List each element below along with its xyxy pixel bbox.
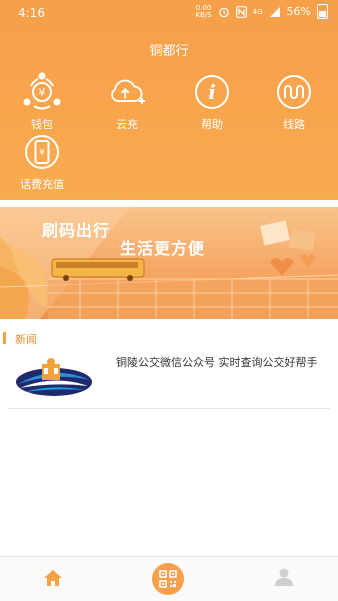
- news-section-header: 新闻: [0, 328, 338, 348]
- nav-scan-button[interactable]: [152, 563, 184, 595]
- menu-label: 话费充值: [20, 178, 64, 191]
- nfc-icon: [235, 5, 247, 18]
- news-section-title: 新闻: [15, 333, 37, 346]
- wallet-share-icon: ¥: [22, 72, 62, 112]
- menu-label: 帮助: [201, 118, 223, 131]
- nav-profile[interactable]: [274, 567, 294, 591]
- news-item-title: 铜陵公交微信公众号 实时查询公交好帮手: [116, 356, 318, 369]
- route-icon: [274, 72, 314, 112]
- menu-cloud-recharge[interactable]: 云充: [95, 72, 159, 132]
- menu-phone-recharge[interactable]: ¥ 话费充值: [10, 132, 74, 192]
- phone-recharge-icon: ¥: [22, 132, 62, 172]
- promo-banner[interactable]: 刷码出行 生活更方便: [0, 207, 338, 319]
- status-bar: 4:16 0.00 KB/S 4G 56%: [0, 0, 338, 24]
- network-type: 4G: [252, 7, 263, 16]
- svg-text:¥: ¥: [39, 86, 46, 99]
- header: 铜都行 ¥ 钱包 云充 i 帮助 线路 ¥ 话费充值: [0, 24, 338, 200]
- section-accent-bar: [3, 332, 6, 344]
- cloud-upload-icon: [107, 72, 147, 112]
- menu-label: 云充: [116, 118, 138, 131]
- page-title: 铜都行: [149, 44, 189, 59]
- menu-help[interactable]: i 帮助: [180, 72, 244, 132]
- qr-scan-icon: [159, 570, 177, 588]
- menu-label: 钱包: [31, 118, 53, 131]
- banner-line2: 生活更方便: [120, 239, 206, 258]
- menu-wallet[interactable]: ¥ 钱包: [10, 72, 74, 132]
- signal-icon: [269, 6, 280, 17]
- bottom-navigation: [0, 556, 338, 601]
- status-indicators: 0.00 KB/S 4G 56%: [195, 4, 328, 19]
- speed-unit: KB/S: [195, 10, 212, 19]
- network-speed: 0.00 KB/S: [195, 4, 212, 19]
- battery-percent: 56%: [286, 5, 311, 18]
- battery-icon: [317, 4, 328, 19]
- menu-label: 线路: [283, 118, 305, 131]
- svg-text:¥: ¥: [39, 148, 45, 158]
- news-thumbnail: [16, 358, 92, 396]
- svg-text:i: i: [208, 80, 216, 104]
- alarm-icon: [218, 7, 229, 17]
- nav-home[interactable]: [43, 569, 63, 591]
- banner-line1: 刷码出行: [42, 221, 111, 240]
- menu-routes[interactable]: 线路: [262, 72, 326, 132]
- user-icon: [275, 568, 293, 586]
- home-icon: [44, 570, 62, 586]
- info-icon: i: [192, 72, 232, 112]
- status-time: 4:16: [18, 6, 45, 20]
- news-list-item[interactable]: 铜陵公交微信公众号 实时查询公交好帮手: [8, 348, 330, 409]
